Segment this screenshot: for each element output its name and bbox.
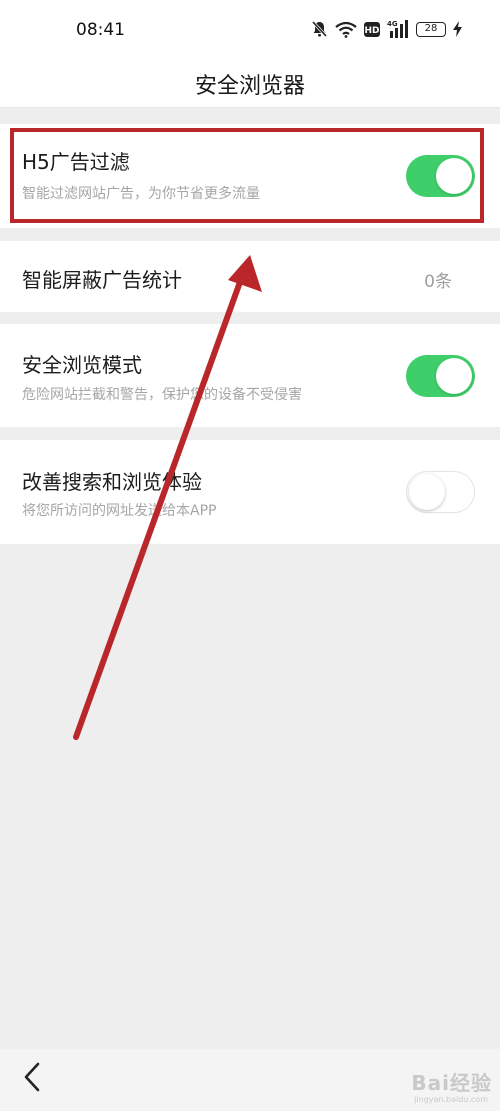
- mute-bell-icon: [311, 20, 328, 38]
- wifi-icon: [335, 21, 357, 38]
- setting-improve-search[interactable]: 改善搜索和浏览体验 将您所访问的网址发送给本APP: [0, 440, 500, 544]
- status-time: 08:41: [76, 20, 125, 40]
- setting-ad-block-stats[interactable]: 智能屏蔽广告统计 0条: [0, 241, 500, 312]
- setting-subtitle: 危险网站拦截和警告，保护您的设备不受侵害: [22, 387, 302, 403]
- toggle-knob: [436, 158, 472, 194]
- improve-search-toggle[interactable]: [406, 471, 475, 513]
- battery-level: 28: [424, 22, 438, 34]
- bottom-nav: Bai经验 jingyan.baidu.com: [0, 1049, 500, 1111]
- header-bar: 安全浏览器: [0, 60, 500, 108]
- setting-title: H5广告过滤: [22, 150, 130, 174]
- svg-text:4G: 4G: [387, 20, 398, 28]
- setting-title: 改善搜索和浏览体验: [22, 470, 202, 494]
- setting-subtitle: 将您所访问的网址发送给本APP: [22, 503, 217, 519]
- toggle-knob: [409, 474, 445, 510]
- h5-ad-filter-toggle[interactable]: [406, 155, 475, 197]
- safe-browsing-toggle[interactable]: [406, 355, 475, 397]
- setting-title: 安全浏览模式: [22, 353, 142, 377]
- setting-title: 智能屏蔽广告统计: [22, 268, 182, 292]
- setting-h5-ad-filter[interactable]: H5广告过滤 智能过滤网站广告，为你节省更多流量: [0, 124, 500, 228]
- setting-safe-browsing[interactable]: 安全浏览模式 危险网站拦截和警告，保护您的设备不受侵害: [0, 324, 500, 427]
- setting-subtitle: 智能过滤网站广告，为你节省更多流量: [22, 186, 260, 202]
- status-bar: 08:41 HD 4G 28: [0, 0, 500, 60]
- hd-icon: HD: [364, 21, 380, 37]
- page-title: 安全浏览器: [194, 74, 305, 99]
- battery-icon: 28: [416, 21, 446, 37]
- watermark: Bai经验: [411, 1071, 492, 1095]
- chevron-left-icon: [23, 1062, 41, 1096]
- svg-text:HD: HD: [364, 26, 379, 36]
- back-button[interactable]: [14, 1059, 50, 1099]
- signal-4g-icon: 4G: [387, 19, 409, 39]
- watermark-sub: jingyan.baidu.com: [414, 1095, 488, 1104]
- ad-block-count: 0条: [424, 272, 452, 292]
- toggle-knob: [436, 358, 472, 394]
- charging-bolt-icon: [453, 21, 462, 37]
- status-icons: HD 4G 28: [311, 18, 462, 40]
